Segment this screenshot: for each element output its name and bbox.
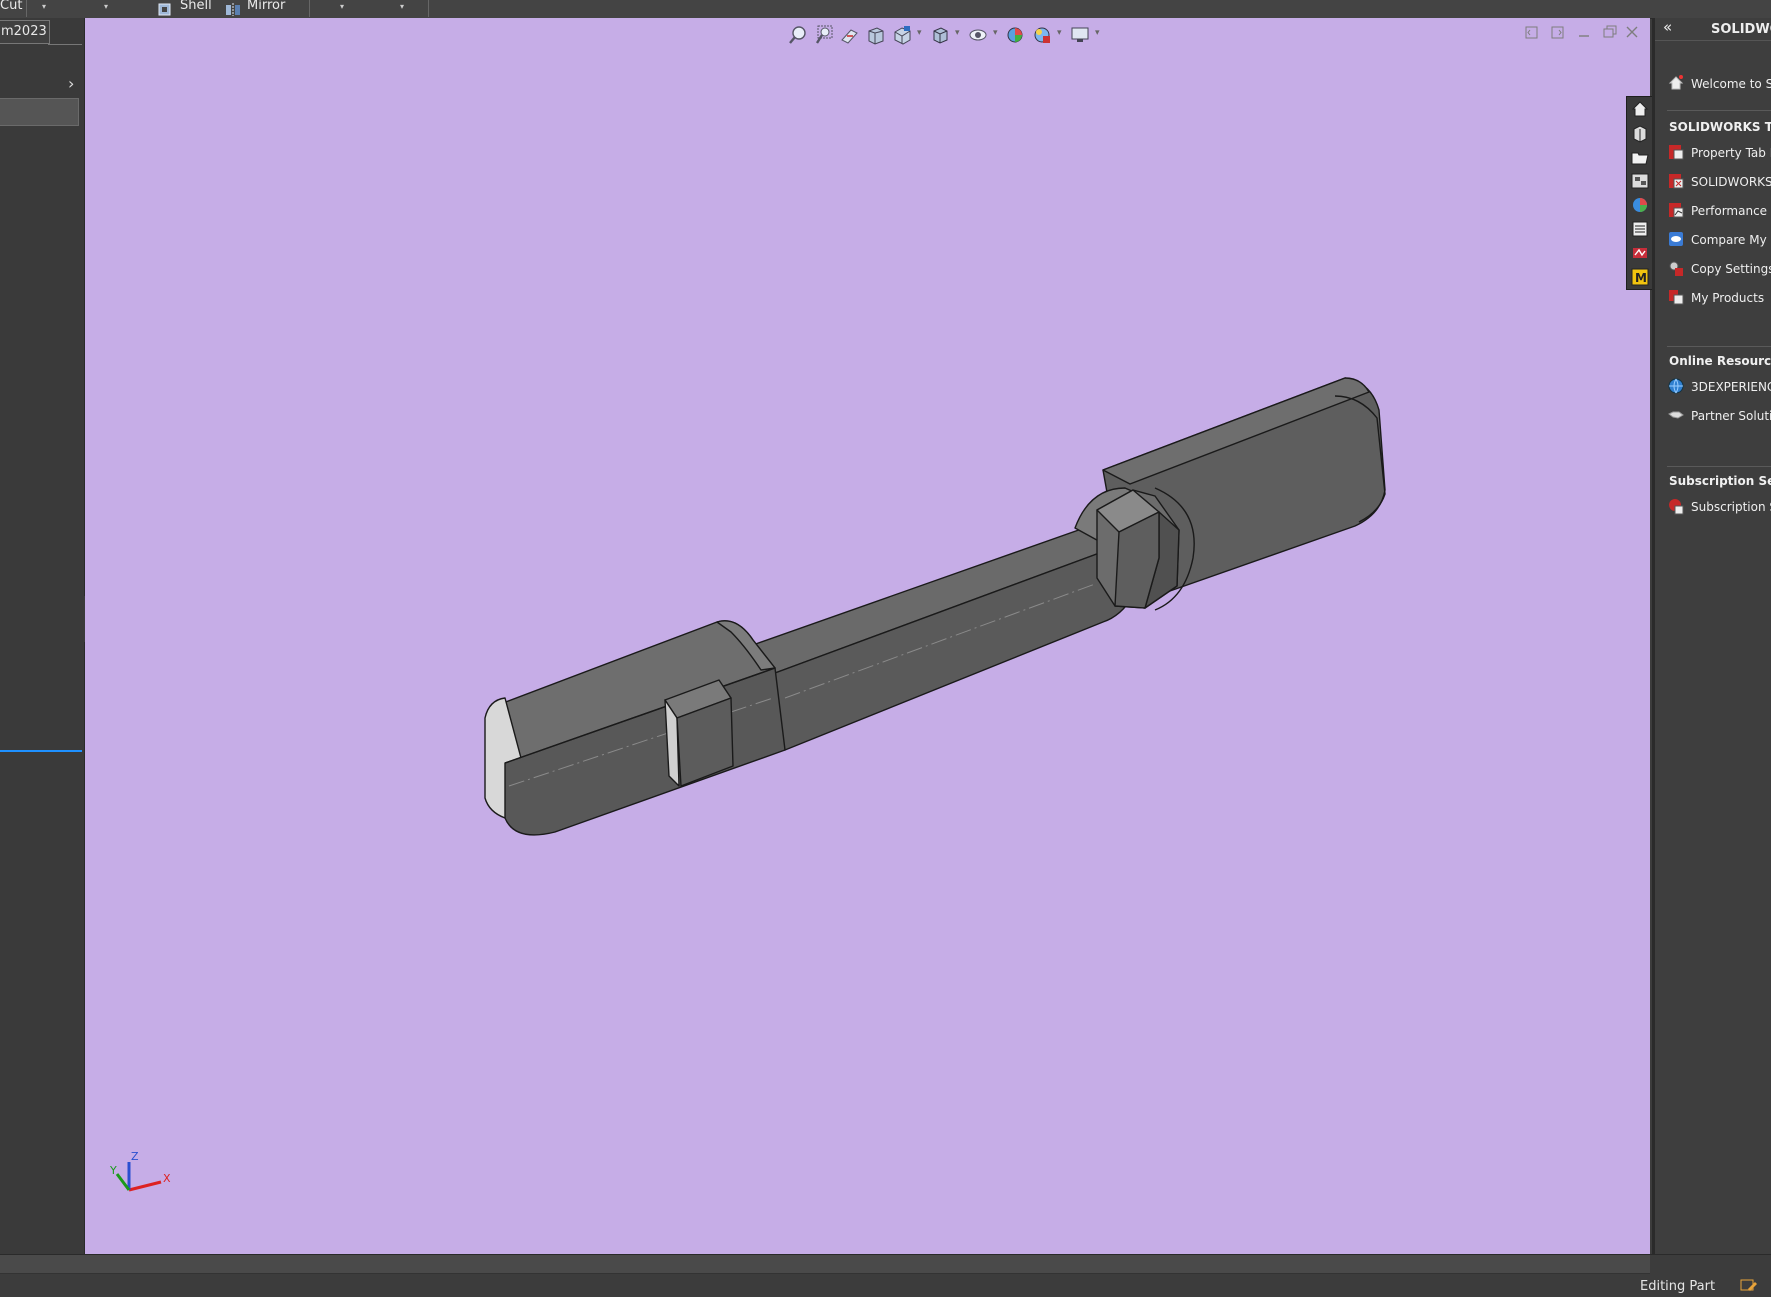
cut-dropdown-caret[interactable]: ▾ bbox=[42, 2, 46, 11]
dropdown-caret[interactable]: ▾ bbox=[400, 2, 404, 11]
solidworks-forum-icon[interactable] bbox=[1630, 243, 1650, 263]
y-axis-label: Y bbox=[109, 1164, 117, 1177]
x-axis-arrow bbox=[128, 1180, 162, 1192]
shell-icon[interactable] bbox=[158, 1, 172, 16]
performance-benchmark-icon bbox=[1667, 201, 1685, 219]
y-axis-arrow bbox=[115, 1173, 131, 1191]
property-tab-builder-icon bbox=[1667, 143, 1685, 161]
shell-button[interactable]: Shell bbox=[180, 0, 212, 12]
compare-score-icon bbox=[1667, 230, 1685, 248]
part-body[interactable] bbox=[484, 377, 1386, 836]
status-bar: Editing Part bbox=[0, 1254, 1771, 1294]
section-title-online-resources: Online Resources bbox=[1669, 354, 1771, 368]
toolbar-separator bbox=[309, 0, 310, 17]
task-pane-header: « SOLIDWORKS Resources bbox=[1655, 18, 1771, 41]
globe-icon bbox=[1667, 377, 1685, 395]
custom-properties-icon[interactable] bbox=[1630, 219, 1650, 239]
mirror-button[interactable]: Mirror bbox=[247, 0, 285, 12]
my-products-icon bbox=[1667, 288, 1685, 306]
dropdown-caret[interactable]: ▾ bbox=[340, 2, 344, 11]
cut-button-label[interactable]: Cut bbox=[0, 0, 22, 12]
toolbar-separator bbox=[26, 0, 27, 17]
section-divider bbox=[1667, 346, 1771, 347]
tab-divider bbox=[48, 44, 82, 45]
bottom-tab-strip bbox=[0, 1255, 1650, 1274]
x-axis-label: X bbox=[163, 1172, 171, 1185]
home-icon bbox=[1667, 74, 1685, 92]
toolbar-separator bbox=[428, 0, 429, 17]
file-explorer-icon[interactable] bbox=[1630, 147, 1650, 167]
solidworks-rx-icon bbox=[1667, 172, 1685, 190]
graphics-area[interactable]: ▾ ▾ ▾ ▾ ▾ X Z Y bbox=[85, 18, 1650, 1254]
handshake-icon bbox=[1667, 406, 1685, 424]
selection-highlight bbox=[0, 750, 82, 752]
dropdown-caret[interactable]: ▾ bbox=[104, 2, 108, 11]
section-title-tools: SOLIDWORKS Tools bbox=[1669, 120, 1771, 134]
reference-triad: X Z Y bbox=[109, 1150, 171, 1192]
feature-manager-panel: m2023 › bbox=[0, 18, 85, 1254]
status-text: Editing Part bbox=[1640, 1279, 1716, 1294]
part-model[interactable] bbox=[85, 18, 1650, 1254]
section-title-subscription: Subscription Services bbox=[1669, 474, 1771, 488]
mysolidworks-icon[interactable]: M bbox=[1630, 267, 1650, 287]
task-pane: « SOLIDWORKS Resources Welcome to SOLIDW… bbox=[1652, 18, 1771, 1254]
customize-status-icon[interactable] bbox=[1740, 1277, 1758, 1293]
copy-settings-icon bbox=[1667, 259, 1685, 277]
subscription-icon bbox=[1667, 497, 1685, 515]
home-icon[interactable] bbox=[1630, 99, 1650, 119]
view-palette-icon[interactable] bbox=[1630, 171, 1650, 191]
welcome-label: Welcome to SOLIDWORKS bbox=[1691, 77, 1771, 91]
svg-text:M: M bbox=[1635, 271, 1647, 285]
collapse-pane-icon[interactable]: « bbox=[1663, 18, 1672, 36]
task-pane-tabs: M bbox=[1626, 96, 1654, 290]
expand-chevron-icon[interactable]: › bbox=[68, 74, 74, 93]
task-pane-title: SOLIDWORKS Resources bbox=[1711, 22, 1771, 37]
section-divider bbox=[1667, 110, 1771, 111]
filter-field[interactable] bbox=[0, 98, 79, 126]
command-manager-toolbar: Cut ▾ ▾ Shell Mirror ▾ ▾ bbox=[0, 0, 1771, 19]
document-tab[interactable]: m2023 bbox=[0, 20, 50, 44]
design-library-icon[interactable] bbox=[1630, 123, 1650, 143]
mirror-icon[interactable] bbox=[225, 1, 241, 16]
appearances-icon[interactable] bbox=[1630, 195, 1650, 215]
z-axis-label: Z bbox=[131, 1150, 139, 1163]
section-divider bbox=[1667, 466, 1771, 467]
